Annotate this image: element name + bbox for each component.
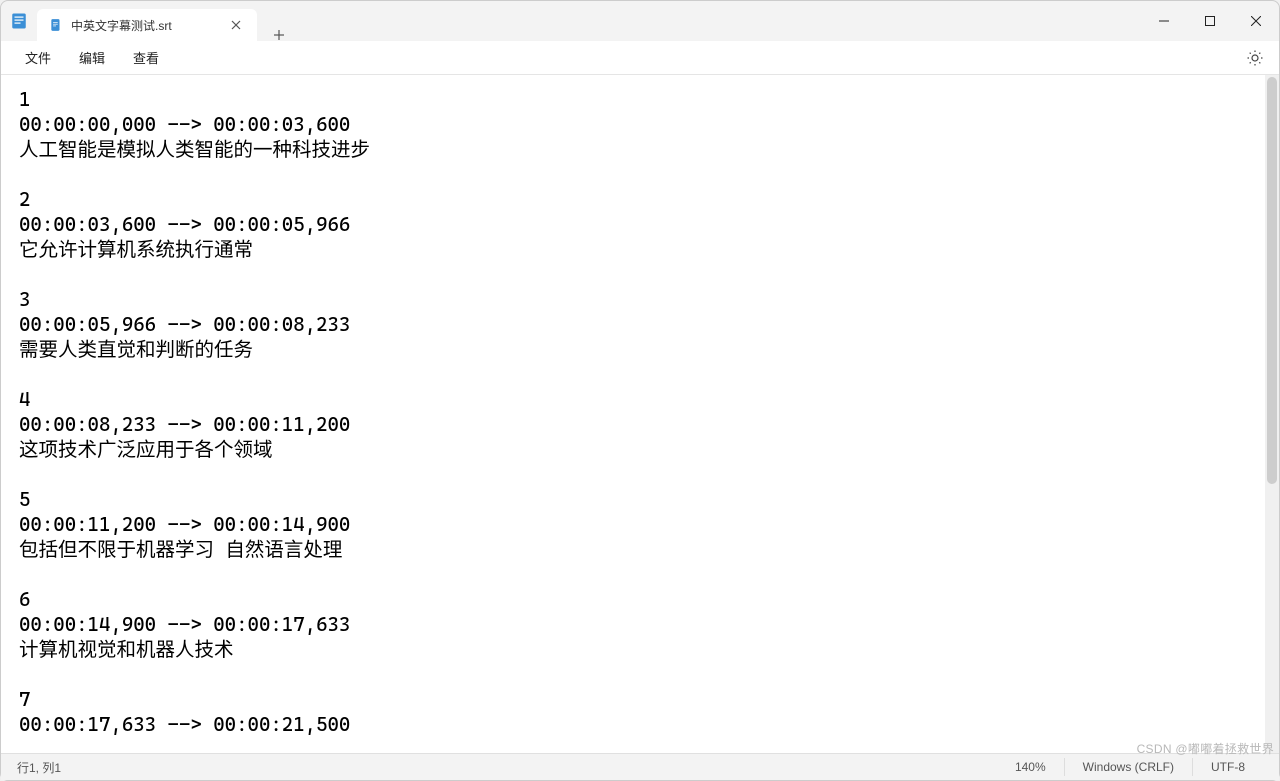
settings-button[interactable] (1241, 44, 1269, 72)
app-icon (1, 1, 37, 41)
minimize-button[interactable] (1141, 1, 1187, 41)
status-position[interactable]: 行1, 列1 (17, 759, 997, 776)
scrollbar-thumb[interactable] (1267, 77, 1277, 484)
text-editor[interactable]: 1 00:00:00,000 --> 00:00:03,600 人工智能是模拟人… (1, 75, 1265, 753)
tab-close-button[interactable] (227, 16, 245, 34)
status-encoding[interactable]: UTF-8 (1192, 758, 1263, 776)
editor-area: 1 00:00:00,000 --> 00:00:03,600 人工智能是模拟人… (1, 75, 1279, 753)
close-window-button[interactable] (1233, 1, 1279, 41)
close-icon (1251, 16, 1261, 26)
minimize-icon (1159, 16, 1169, 26)
statusbar: 行1, 列1 140% Windows (CRLF) UTF-8 (1, 753, 1279, 780)
file-tab[interactable]: 中英文字幕测试.srt (37, 9, 257, 41)
status-line-ending[interactable]: Windows (CRLF) (1064, 758, 1192, 776)
document-icon (49, 18, 63, 32)
vertical-scrollbar[interactable] (1265, 75, 1279, 753)
maximize-button[interactable] (1187, 1, 1233, 41)
menu-edit[interactable]: 编辑 (65, 44, 119, 71)
plus-icon (273, 29, 285, 41)
menubar: 文件 编辑 查看 (1, 41, 1279, 75)
menu-file[interactable]: 文件 (11, 44, 65, 71)
window-controls (1141, 1, 1279, 41)
gear-icon (1246, 49, 1264, 67)
titlebar-drag-region[interactable] (295, 1, 1141, 41)
new-tab-button[interactable] (263, 29, 295, 41)
tab-title: 中英文字幕测试.srt (71, 17, 227, 34)
maximize-icon (1205, 16, 1215, 26)
status-zoom[interactable]: 140% (997, 758, 1064, 776)
titlebar: 中英文字幕测试.srt (1, 1, 1279, 41)
close-icon (231, 20, 241, 30)
tab-strip: 中英文字幕测试.srt (37, 1, 295, 41)
menu-view[interactable]: 查看 (119, 44, 173, 71)
notepad-icon (10, 12, 28, 30)
